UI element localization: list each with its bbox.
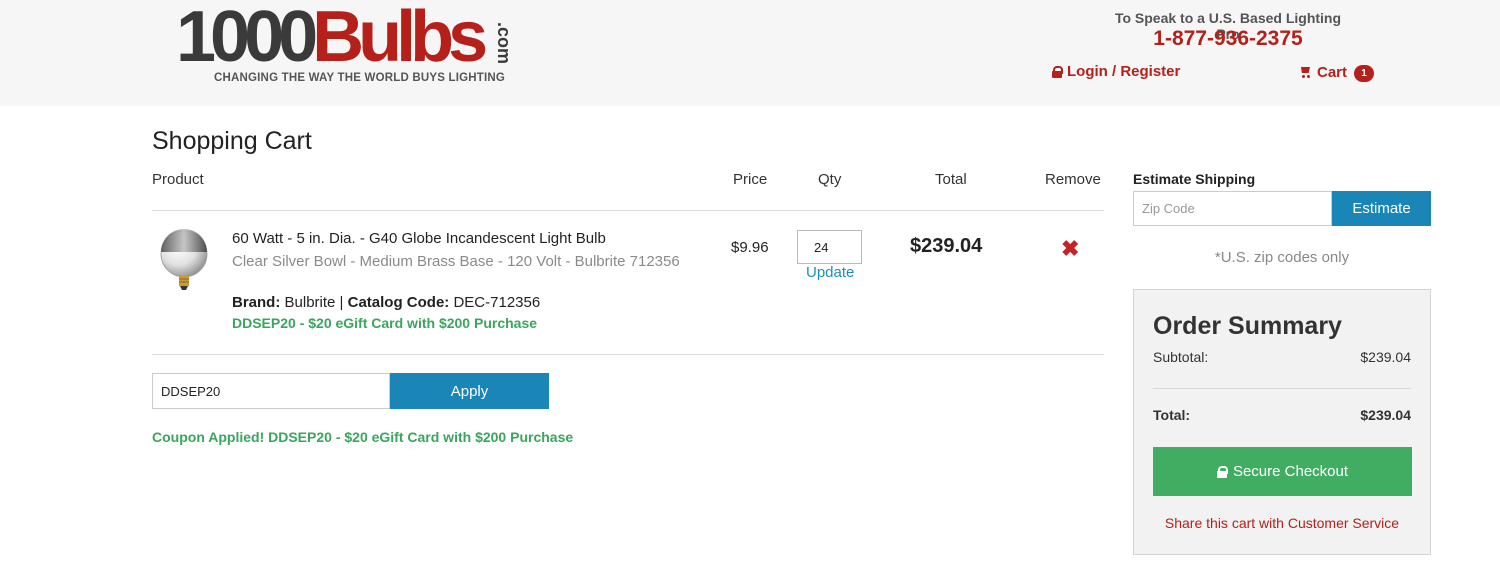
secure-checkout-button[interactable]: Secure Checkout [1153,447,1412,496]
product-description: Clear Silver Bowl - Medium Brass Base - … [232,253,680,270]
product-image[interactable] [159,228,209,296]
catalog-label: Catalog Code: [347,294,450,311]
catalog-code: DEC-712356 [453,294,541,311]
column-header-price: Price [733,171,768,188]
order-summary-title: Order Summary [1153,312,1342,340]
table-divider [152,354,1104,355]
total-value: $239.04 [1360,407,1411,423]
page-title: Shopping Cart [152,127,312,155]
login-register-label: Login / Register [1067,63,1181,80]
login-register-link[interactable]: Login / Register [1052,63,1180,80]
logo-tagline: CHANGING THE WAY THE WORLD BUYS LIGHTING [214,72,506,84]
logo-word: Bulbs [312,0,488,77]
contact-phone[interactable]: 1-877-936-2375 [1102,27,1354,51]
estimate-shipping-label: Estimate Shipping [1133,171,1256,187]
total-row: Total: $239.04 [1153,407,1411,423]
logo-number: 1000 [176,0,318,77]
lock-icon [1216,466,1228,478]
unit-price: $9.96 [731,239,769,256]
brand-label: Brand: [232,294,281,311]
quantity-input[interactable] [797,230,862,264]
column-header-remove: Remove [1045,171,1101,188]
product-meta: Brand: Bulbrite | Catalog Code: DEC-7123… [232,294,540,311]
brand-value: Bulbrite [284,294,336,311]
subtotal-label: Subtotal: [1153,349,1209,365]
lock-icon [1052,66,1063,78]
zip-code-input[interactable] [1133,191,1332,226]
table-divider [152,210,1104,211]
estimate-button[interactable]: Estimate [1332,191,1431,226]
close-icon[interactable]: ✖ [1061,238,1079,260]
line-total: $239.04 [910,235,983,257]
site-logo[interactable]: 1000Bulbs .com CHANGING THE WAY THE WORL… [176,1,546,84]
total-label: Total: [1153,407,1191,423]
meta-separator: | [339,294,344,311]
logo-wordmark: 1000Bulbs [176,1,488,73]
cart-count-badge: 1 [1354,65,1375,82]
product-promo: DDSEP20 - $20 eGift Card with $200 Purch… [232,315,538,331]
apply-coupon-button[interactable]: Apply [390,373,549,409]
subtotal-row: Subtotal: $239.04 [1153,349,1411,365]
logo-suffix: .com [494,22,514,65]
subtotal-value: $239.04 [1360,349,1411,365]
summary-divider [1153,388,1411,389]
zip-note: *U.S. zip codes only [1214,249,1350,266]
cart-icon [1299,66,1312,78]
cart-label: Cart [1317,63,1348,81]
site-header: 1000Bulbs .com CHANGING THE WAY THE WORL… [0,0,1500,106]
coupon-input[interactable] [152,373,390,409]
product-name[interactable]: 60 Watt - 5 in. Dia. - G40 Globe Incande… [232,230,606,247]
order-summary: Order Summary Subtotal: $239.04 Total: $… [1133,289,1431,555]
column-header-product: Product [152,171,204,188]
cart-link[interactable]: Cart 1 [1299,62,1375,82]
secure-checkout-label: Secure Checkout [1232,463,1349,480]
update-quantity-link[interactable]: Update [806,264,854,281]
share-cart-link[interactable]: Share this cart with Customer Service [1134,515,1430,531]
coupon-applied-message: Coupon Applied! DDSEP20 - $20 eGift Card… [152,429,574,445]
column-header-qty: Qty [818,171,842,188]
column-header-total: Total [935,171,967,188]
